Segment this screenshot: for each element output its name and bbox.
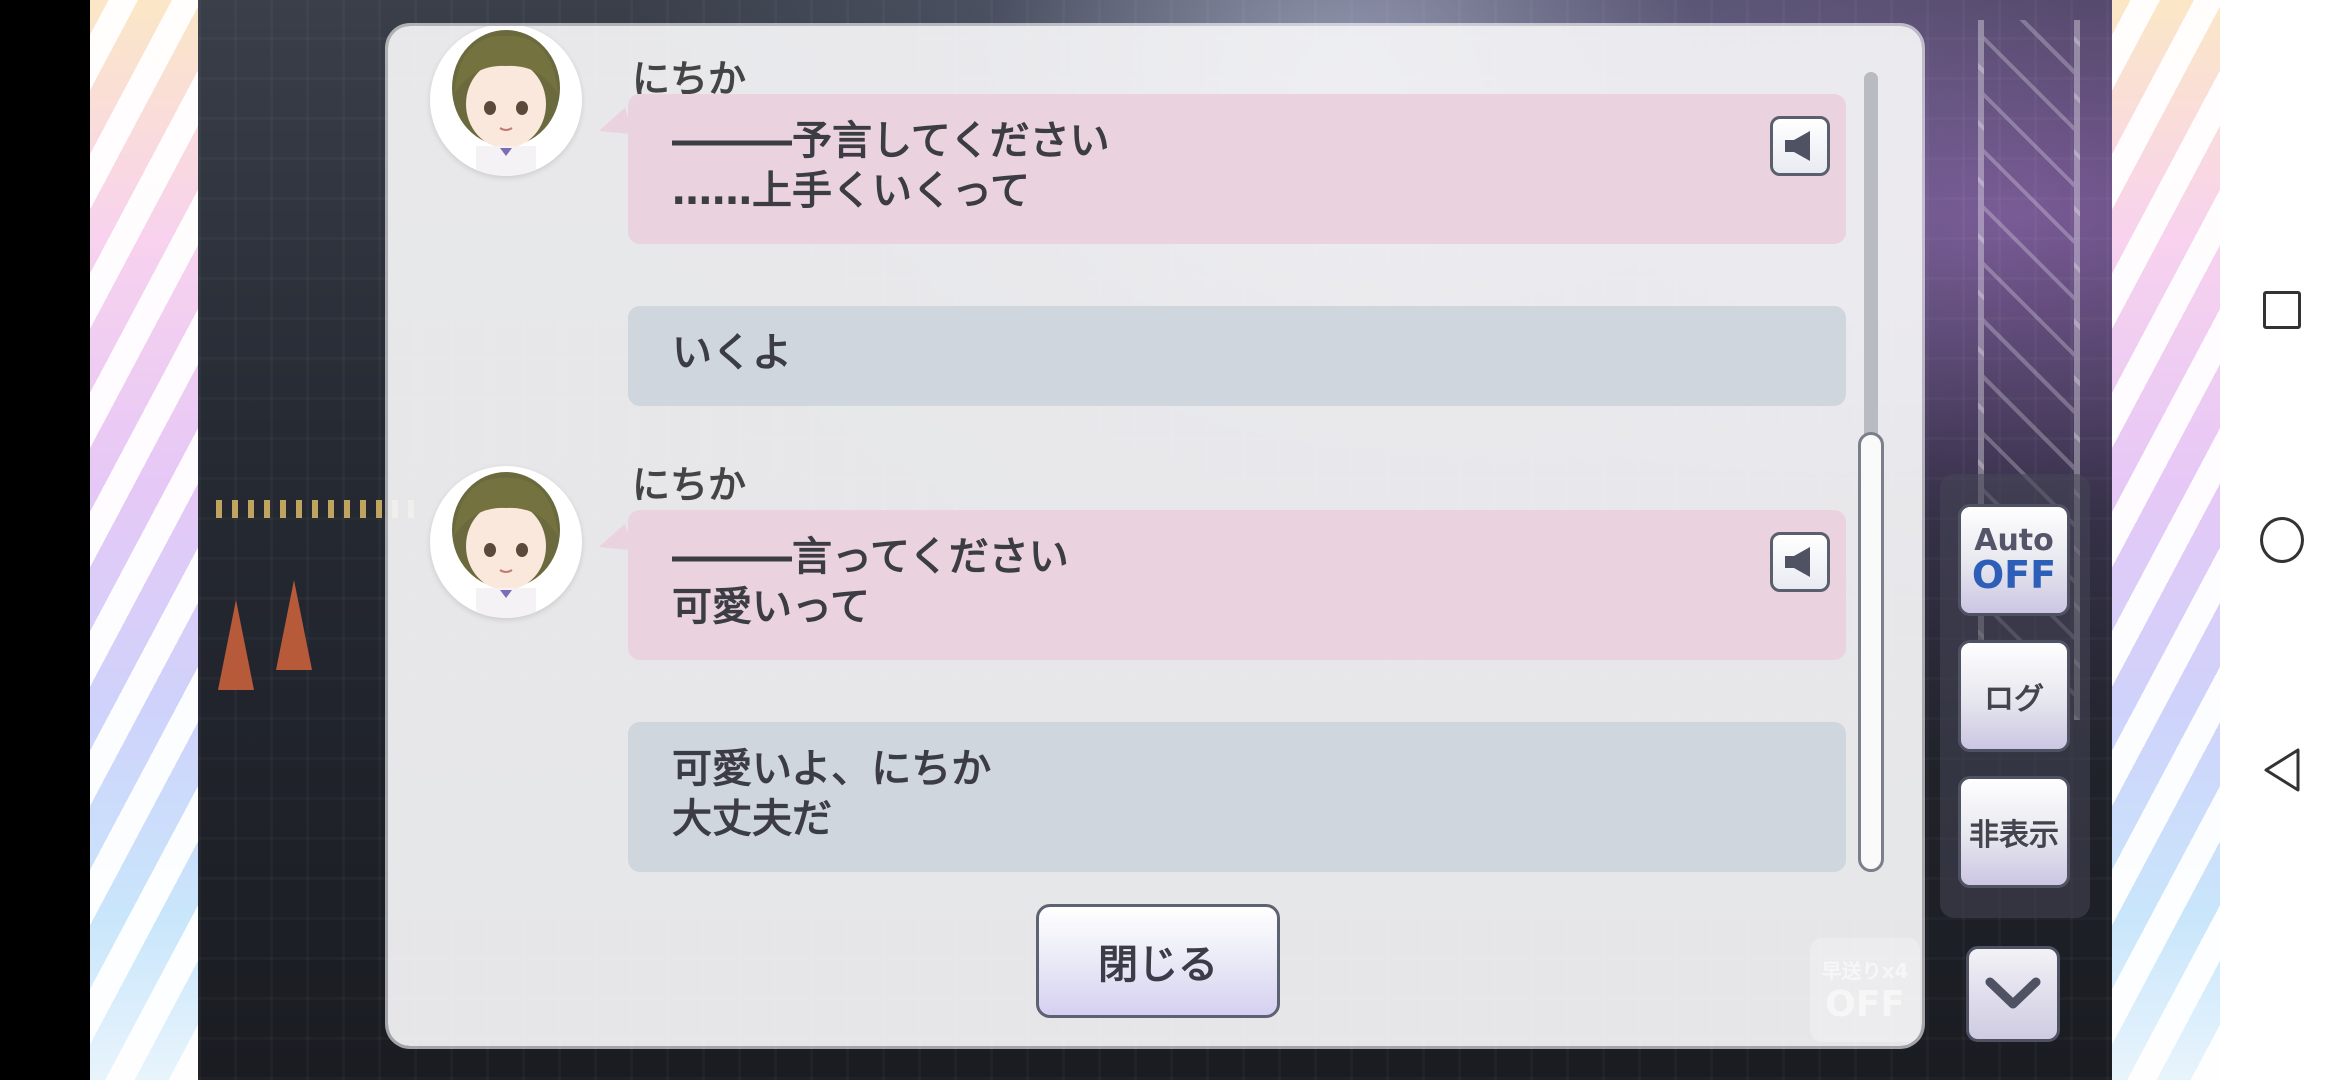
character-message: ―――予言してください ……上手くいくって: [628, 94, 1846, 244]
fast-forward-button[interactable]: 早送りx4 OFF: [1810, 938, 1920, 1042]
speaker-icon: [1785, 131, 1810, 161]
triangle-back-icon: [2264, 748, 2300, 792]
game-screen: にちか ―――予言してください ……上手くいくって いくよ にちか ―――言って…: [0, 0, 2340, 1080]
decorative-stripes-right: [2112, 0, 2220, 1080]
scrollbar-thumb[interactable]: [1858, 432, 1884, 872]
message-line: 可愛いって: [672, 584, 870, 630]
speaker-icon: [1785, 547, 1810, 577]
avatar: [430, 26, 582, 176]
circle-icon: [2260, 517, 2304, 563]
recent-apps-button[interactable]: [2260, 288, 2304, 332]
player-message: 可愛いよ、にちか 大丈夫だ: [628, 722, 1846, 872]
message-line: 可愛いよ、にちか: [672, 746, 992, 792]
log-button[interactable]: ログ: [1958, 640, 2070, 752]
log-label: ログ: [1984, 682, 2044, 717]
log-scroll-area[interactable]: にちか ―――予言してください ……上手くいくって いくよ にちか ―――言って…: [388, 26, 1888, 896]
character-message: ―――言ってください 可愛いって: [628, 510, 1846, 660]
avatar: [430, 466, 582, 618]
fast-forward-state: OFF: [1825, 984, 1905, 1025]
decorative-stripes-left: [90, 0, 198, 1080]
play-voice-button[interactable]: [1770, 116, 1830, 176]
log-panel: にちか ―――予言してください ……上手くいくって いくよ にちか ―――言って…: [388, 26, 1922, 1046]
play-voice-button[interactable]: [1770, 532, 1830, 592]
home-button[interactable]: [2260, 517, 2304, 563]
back-button[interactable]: [2260, 748, 2304, 792]
letterbox-left: [0, 0, 90, 1080]
auto-toggle-button[interactable]: Auto OFF: [1958, 504, 2070, 616]
system-nav-bar: [2220, 0, 2340, 1080]
message-line: ―――言ってください: [672, 534, 1069, 580]
hide-label: 非表示: [1969, 818, 2059, 853]
auto-state: OFF: [1971, 553, 2057, 597]
collapse-menu-button[interactable]: [1966, 946, 2060, 1042]
message-line: 大丈夫だ: [672, 796, 832, 842]
auto-label: Auto: [1974, 523, 2054, 558]
chevron-down-icon: [1985, 977, 2041, 1009]
message-line: ……上手くいくって: [672, 168, 1030, 214]
message-line: ―――予言してください: [672, 118, 1110, 164]
message-line: いくよ: [672, 330, 792, 376]
player-message: いくよ: [628, 306, 1846, 406]
close-button[interactable]: 閉じる: [1036, 904, 1280, 1018]
speaker-name: にちか: [632, 463, 747, 507]
fast-forward-label: 早送りx4: [1821, 959, 1909, 983]
square-icon: [2263, 291, 2301, 329]
hide-ui-button[interactable]: 非表示: [1958, 776, 2070, 888]
